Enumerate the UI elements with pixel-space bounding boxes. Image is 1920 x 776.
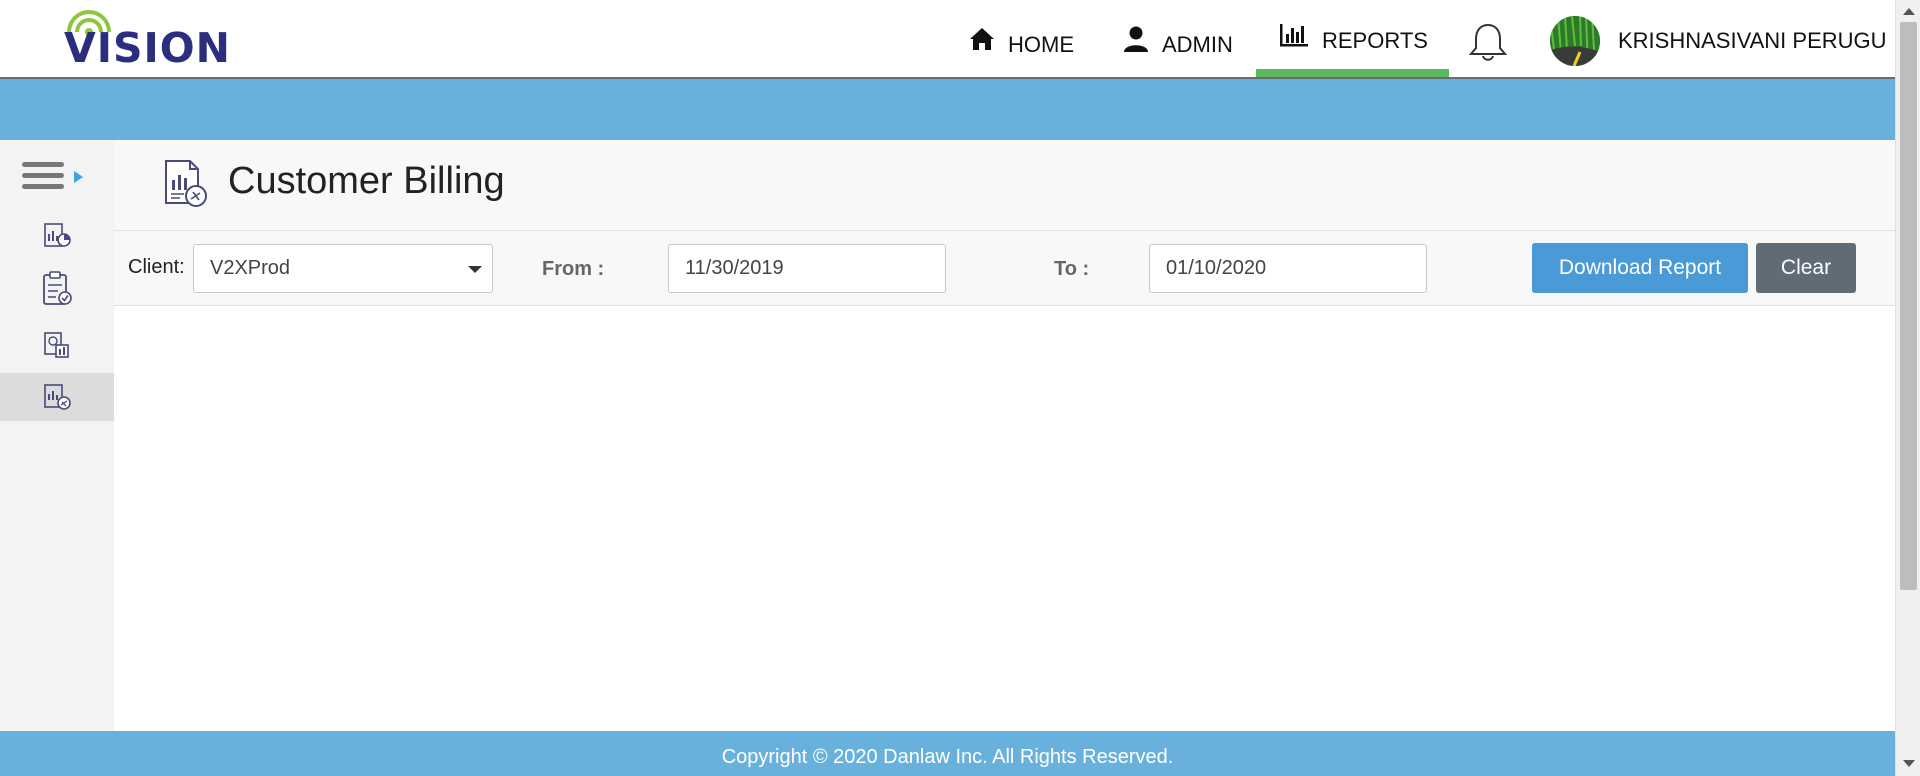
billing-report-icon <box>44 384 71 410</box>
to-label: To : <box>1054 258 1090 280</box>
client-select-value: V2XProd <box>210 257 291 279</box>
to-date-input[interactable] <box>1149 244 1427 293</box>
sidebar-item-report-chart[interactable] <box>0 211 114 259</box>
hamburger-line <box>22 173 64 178</box>
from-date-input[interactable] <box>668 244 946 293</box>
scrollbar-thumb[interactable] <box>1900 22 1917 590</box>
report-chart-icon <box>44 223 71 247</box>
nav-reports[interactable]: REPORTS <box>1256 0 1449 77</box>
nav-admin[interactable]: ADMIN <box>1122 0 1233 77</box>
vision-logo[interactable]: VISION <box>64 10 244 72</box>
logo-text: VISION <box>64 24 231 72</box>
bell-icon <box>1468 23 1508 61</box>
from-label: From : <box>542 258 605 280</box>
page-scrollbar[interactable] <box>1895 0 1920 776</box>
footer: Copyright © 2020 Danlaw Inc. All Rights … <box>0 731 1895 776</box>
expand-arrow-icon[interactable] <box>74 171 83 183</box>
user-name[interactable]: KRISHNASIVANI PERUGU <box>1618 28 1887 54</box>
home-icon <box>970 27 994 50</box>
billing-report-icon <box>165 160 207 207</box>
clear-button[interactable]: Clear <box>1756 243 1856 293</box>
main-content: Customer Billing Client: V2XProd From : … <box>114 140 1895 731</box>
copyright-text: Copyright © 2020 Danlaw Inc. All Rights … <box>721 746 1174 768</box>
user-icon <box>1124 26 1148 52</box>
sidebar-item-clipboard[interactable] <box>0 265 114 313</box>
page-title: Customer Billing <box>228 160 505 202</box>
hamburger-menu-icon <box>22 162 64 167</box>
sidebar <box>0 140 114 731</box>
nav-home-label: HOME <box>1008 31 1074 57</box>
scroll-up-arrow-icon[interactable] <box>1903 8 1915 15</box>
filter-bar: Client: V2XProd From : To : Download Rep… <box>114 231 1895 306</box>
nav-home[interactable]: HOME <box>968 0 1074 77</box>
header-band <box>0 79 1895 140</box>
hamburger-line <box>22 184 64 189</box>
sidebar-item-report-building[interactable] <box>0 321 114 369</box>
sidebar-toggle-button[interactable] <box>22 162 66 196</box>
report-building-icon <box>44 332 69 358</box>
nav-admin-label: ADMIN <box>1162 31 1233 57</box>
clipboard-car-icon <box>43 271 72 305</box>
download-report-button[interactable]: Download Report <box>1532 243 1748 293</box>
client-select[interactable]: V2XProd <box>193 244 493 293</box>
top-header: VISION HOME ADMIN REPORTS KRISHNASIVANI … <box>0 0 1895 79</box>
avatar-image <box>1550 16 1600 66</box>
sidebar-item-billing[interactable] <box>0 373 114 421</box>
client-label: Client: <box>128 256 185 278</box>
notifications-button[interactable] <box>1466 20 1510 64</box>
bar-chart-icon <box>1280 23 1308 46</box>
title-bar: Customer Billing <box>114 140 1895 231</box>
avatar[interactable] <box>1550 16 1600 66</box>
chevron-down-icon <box>468 266 482 273</box>
scroll-down-arrow-icon[interactable] <box>1903 760 1915 767</box>
nav-reports-label: REPORTS <box>1322 27 1428 53</box>
